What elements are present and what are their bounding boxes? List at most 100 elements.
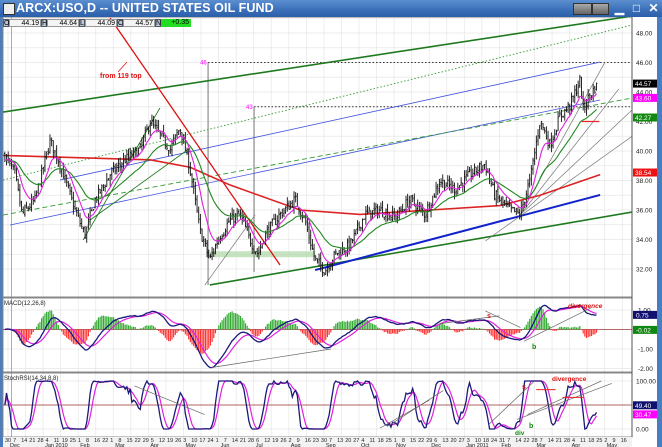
time-axis-day-label: 18 xyxy=(378,438,384,444)
time-axis-day-label: 1 xyxy=(110,438,113,444)
time-axis-month-label: Sep xyxy=(326,443,336,447)
price-tag-label: 43.60 xyxy=(635,95,652,102)
time-axis-day-label: 20 xyxy=(345,438,351,444)
time-axis-day-label: 25 xyxy=(596,438,602,444)
maximize-icon[interactable]: □ xyxy=(628,1,645,16)
time-axis-month-label: Aug xyxy=(291,443,301,447)
time-axis-month-label: May xyxy=(186,443,197,447)
info-button[interactable] xyxy=(592,3,609,15)
time-axis-day-label: 28 xyxy=(564,438,570,444)
time-axis-day-label: 14 xyxy=(548,438,554,444)
time-axis-month-label: Mar xyxy=(537,443,547,447)
time-axis-day-label: 27 xyxy=(459,438,465,444)
macd-divergence-annotation: divergence xyxy=(568,303,603,310)
stochrsi-sell-annotation: s xyxy=(522,384,526,391)
stochrsi-tag-label: 49.40 xyxy=(635,403,652,410)
window-border-right xyxy=(657,17,662,447)
time-axis-day-label: 13 xyxy=(337,438,343,444)
time-axis-day-label: 21 xyxy=(29,438,35,444)
time-axis-day-label: 28 xyxy=(248,438,254,444)
annotation-from-119-top: from 119 top xyxy=(100,73,142,80)
stochrsi-tick-label: 0.00 xyxy=(636,427,649,434)
macd-tag-label: -0.02 xyxy=(636,327,651,334)
price-tick-label: 46.00 xyxy=(636,60,653,67)
stochrsi-div-annotation: div xyxy=(515,430,525,437)
time-axis-month-label: Jul xyxy=(256,443,263,447)
macd-label: MACD(12,26,8) xyxy=(4,301,46,307)
price-tag-label: 42.27 xyxy=(635,115,652,122)
time-axis-day-label: 22 xyxy=(523,438,529,444)
close-icon[interactable]: ✕ xyxy=(645,1,662,16)
time-axis-day-label: 22 xyxy=(102,438,108,444)
price-tag-label: 44.57 xyxy=(635,81,652,88)
time-axis-day-label: 24 xyxy=(491,438,497,444)
time-axis-day-label: 25 xyxy=(70,438,76,444)
symbol-button[interactable] xyxy=(573,3,592,15)
time-axis-day-label: 21 xyxy=(556,438,562,444)
time-axis-day-label: 12 xyxy=(264,438,270,444)
time-axis-day-label: 16 xyxy=(305,438,311,444)
level-label-46: 46 xyxy=(200,61,207,67)
time-axis-month-label: Mar xyxy=(115,443,125,447)
window-title: ARCX:USO,D -- UNITED STATES OIL FUND xyxy=(16,1,274,15)
time-axis-day-label: 13 xyxy=(442,438,448,444)
time-axis-day-label: 1 xyxy=(216,438,219,444)
macd-tick-label: -1.00 xyxy=(638,347,653,354)
time-axis-day-label: 24 xyxy=(208,438,214,444)
level-label-43: 43 xyxy=(246,105,253,111)
price-tick-label: 32.00 xyxy=(636,267,653,274)
time-axis-month-label: Apr xyxy=(150,443,159,447)
ohlc-readout: O 44.19 H 44.64 L 44.09 C 44.57 N +0.35 xyxy=(3,19,191,27)
time-axis-day-label: 29 xyxy=(143,438,149,444)
macd-sell-annotation: s xyxy=(487,313,491,320)
time-axis-day-label: 16 xyxy=(621,438,627,444)
time-axis-month-label: Jun xyxy=(221,443,230,447)
time-axis-day-label: 14 xyxy=(515,438,521,444)
time-axis-month-label: Dec xyxy=(10,443,20,447)
time-axis-day-label: 15 xyxy=(410,438,416,444)
stochrsi-tag-label: 30.47 xyxy=(635,412,652,419)
time-axis-month-label: Oct xyxy=(361,443,370,447)
time-axis-month-label: Jan 2010 xyxy=(45,443,68,447)
time-axis-month-label: Feb xyxy=(80,443,89,447)
time-axis-day-label: 26 xyxy=(175,438,181,444)
price-tick-label: 40.00 xyxy=(636,149,653,156)
time-axis-day-label: 23 xyxy=(313,438,319,444)
macd-tick-label: -2.00 xyxy=(638,366,653,373)
price-tick-label: 34.00 xyxy=(636,237,653,244)
time-axis-day-label: 22 xyxy=(418,438,424,444)
stochrsi-divergence-annotation: divergence xyxy=(552,376,587,383)
time-axis-month-label: Dec xyxy=(431,443,441,447)
high-value: 44.64 xyxy=(47,19,79,27)
time-axis-day-label: 27 xyxy=(353,438,359,444)
open-value: 44.19 xyxy=(9,19,41,27)
time-axis-day-label: 15 xyxy=(127,438,133,444)
time-axis-day-label: 11 xyxy=(370,438,376,444)
time-axis-day-label: 21 xyxy=(240,438,246,444)
time-axis-day-label: 26 xyxy=(280,438,286,444)
time-axis-day-label: 18 xyxy=(588,438,594,444)
price-tick-label: 48.00 xyxy=(636,31,653,38)
time-axis-day-label: 12 xyxy=(159,438,165,444)
time-axis-month-label: Apr xyxy=(572,443,581,447)
stochrsi-tick-label: 100.00 xyxy=(636,379,656,386)
time-axis-day-label: 19 xyxy=(167,438,173,444)
time-axis-day-label: 28 xyxy=(37,438,43,444)
price-tick-label: 36.00 xyxy=(636,208,653,215)
change-value: +0.35 xyxy=(161,19,191,27)
time-axis-day-label: 19 xyxy=(272,438,278,444)
low-value: 44.09 xyxy=(85,19,117,27)
title-bar: ARCX:USO,D -- UNITED STATES OIL FUND ▁ □… xyxy=(0,0,662,17)
macd-tag-label: 0.75 xyxy=(636,312,649,319)
time-axis-day-label: 17 xyxy=(199,438,205,444)
price-tick-label: 38.00 xyxy=(636,178,653,185)
time-axis-month-label: Jan 2011 xyxy=(466,443,488,447)
macd-buy-annotation: b xyxy=(532,344,536,351)
time-axis-day-label: 25 xyxy=(386,438,392,444)
time-axis-month-label: May xyxy=(607,443,618,447)
minimize-icon[interactable]: ▁ xyxy=(611,1,628,16)
chart-canvas: 4643from 119 top48.0046.0044.0042.0040.0… xyxy=(0,16,662,447)
time-axis-month-label: Feb xyxy=(501,443,510,447)
price-tag-label: 38.54 xyxy=(635,170,652,177)
time-axis-day-label: 14 xyxy=(21,438,27,444)
